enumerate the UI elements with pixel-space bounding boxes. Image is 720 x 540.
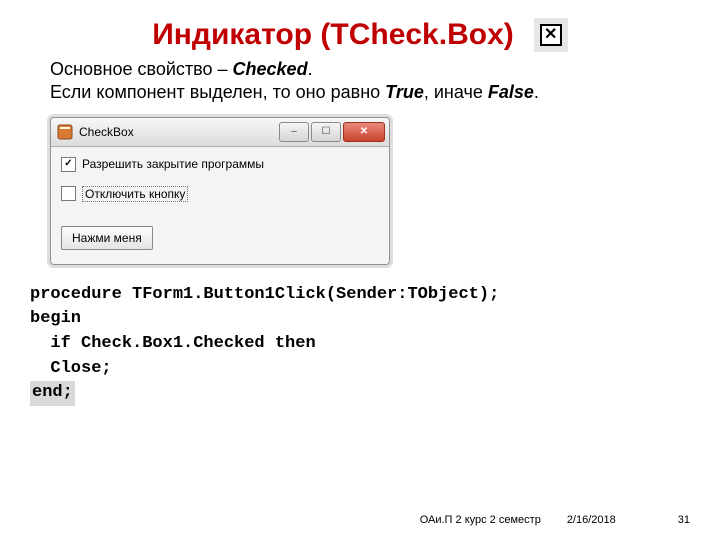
checkbox-1[interactable] [61,157,76,172]
minimize-button[interactable]: ‒ [279,122,309,142]
window-title: CheckBox [79,125,279,139]
desc-line1-suffix: . [308,59,313,79]
press-me-button[interactable]: Нажми меня [61,226,153,250]
checkbox-glyph-icon: ✕ [534,18,568,52]
checkbox-2-label: Отключить кнопку [82,186,188,202]
footer-date: 2/16/2018 [567,514,616,526]
description-text: Основное свойство – Checked. Если компон… [50,58,720,105]
desc-line2-mid: , иначе [424,82,488,102]
footer: ОАи.П 2 курс 2 семестр 2/16/2018 31 [0,514,700,526]
checkbox-glyph-inner: ✕ [540,24,562,46]
code-block: procedure TForm1.Button1Click(Sender:TOb… [30,283,720,406]
checkbox-row-1[interactable]: Разрешить закрытие программы [61,157,379,172]
maximize-button[interactable]: ☐ [311,122,341,142]
checkbox-1-label: Разрешить закрытие программы [82,157,264,171]
code-line-4: Close; [30,359,112,378]
desc-line2-prefix: Если компонент выделен, то оно равно [50,82,385,102]
checkbox-2[interactable] [61,186,76,201]
code-line-3: if Check.Box1.Checked then [30,334,316,353]
window-titlebar[interactable]: CheckBox ‒ ☐ ✕ [51,118,389,147]
app-icon [57,124,73,140]
close-button[interactable]: ✕ [343,122,385,142]
window-body: Разрешить закрытие программы Отключить к… [51,147,389,264]
desc-line1-prefix: Основное свойство – [50,59,233,79]
demo-window: CheckBox ‒ ☐ ✕ Разрешить закрытие програ… [50,117,390,265]
page-title: Индикатор (TCheck.Box) [152,18,514,52]
footer-course: ОАи.П 2 курс 2 семестр [420,514,541,526]
desc-line2-suffix: . [534,82,539,102]
desc-true-word: True [385,82,424,102]
code-line-5: end; [30,381,75,406]
code-line-1: procedure TForm1.Button1Click(Sender:TOb… [30,285,499,304]
footer-page: 31 [678,514,690,526]
checkbox-row-2[interactable]: Отключить кнопку [61,186,379,202]
desc-false-word: False [488,82,534,102]
code-line-2: begin [30,309,81,328]
desc-checked-word: Checked [233,59,308,79]
